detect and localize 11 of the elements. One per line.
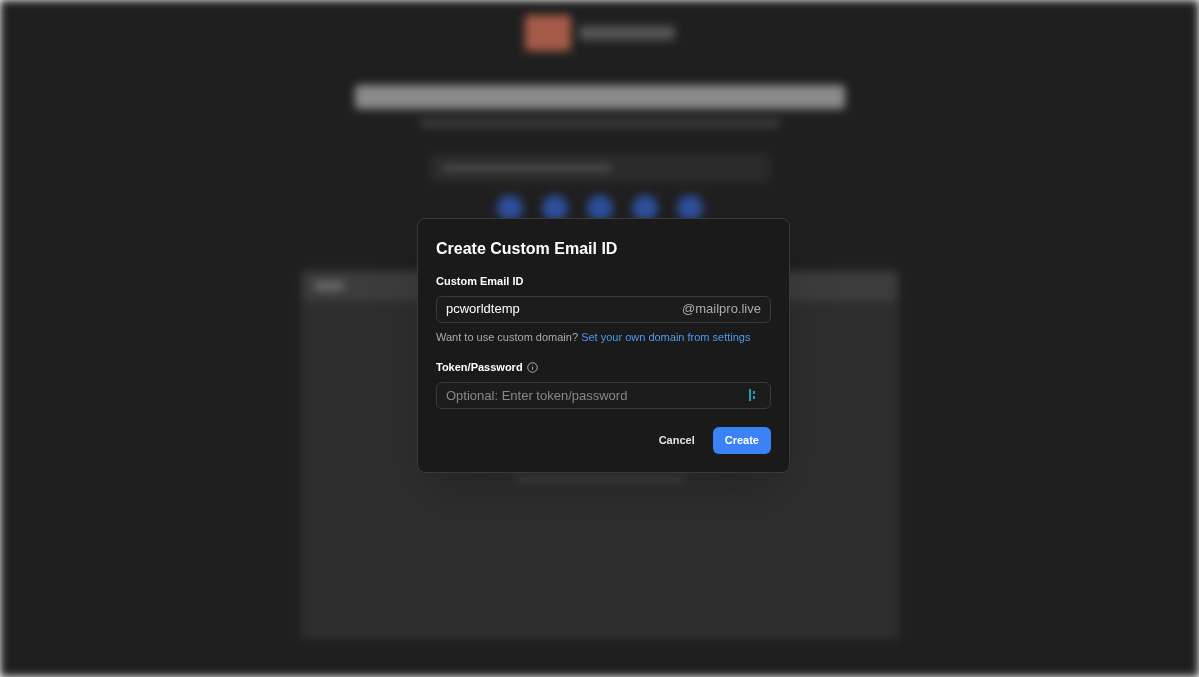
info-icon[interactable] <box>526 361 538 373</box>
create-button[interactable]: Create <box>712 426 771 454</box>
field-label: Custom Email ID <box>436 274 525 289</box>
password-manager-icon[interactable] <box>749 388 757 401</box>
dialog-title: Create Custom Email ID <box>436 239 619 259</box>
token-field[interactable]: Optional: Enter token/password <box>436 381 771 409</box>
settings-link[interactable]: Set your own domain from settings <box>581 330 751 343</box>
field-label: Token/Password <box>436 360 523 375</box>
helper-text: Want to use custom domain? Set your own domain from settings <box>436 329 752 345</box>
email-field[interactable]: pcworldtemp @mailpro.live <box>436 295 771 323</box>
cancel-button[interactable]: Cancel <box>646 426 707 454</box>
